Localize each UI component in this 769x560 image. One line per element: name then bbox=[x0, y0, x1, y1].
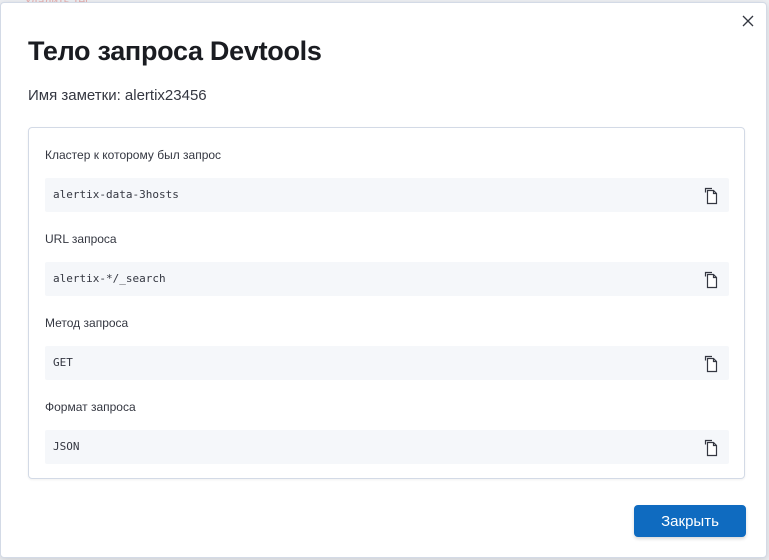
request-details-panel: Кластер к которому был запрос alertix-da… bbox=[28, 127, 745, 479]
copy-icon[interactable] bbox=[703, 271, 719, 289]
format-label: Формат запроса bbox=[45, 400, 136, 414]
devtools-request-modal: Тело запроса Devtools Имя заметки: alert… bbox=[0, 2, 767, 558]
cluster-code-block: alertix-data-3hosts bbox=[45, 178, 729, 212]
format-code-block: JSON bbox=[45, 430, 729, 464]
copy-icon[interactable] bbox=[703, 439, 719, 457]
url-value: alertix-*/_search bbox=[53, 272, 166, 285]
close-button[interactable]: Закрыть bbox=[634, 505, 746, 537]
method-value: GET bbox=[53, 356, 73, 369]
note-name: Имя заметки: alertix23456 bbox=[28, 87, 207, 104]
url-code-block: alertix-*/_search bbox=[45, 262, 729, 296]
modal-title: Тело запроса Devtools bbox=[28, 36, 322, 66]
url-label: URL запроса bbox=[45, 232, 117, 246]
method-label: Метод запроса bbox=[45, 316, 129, 330]
format-value: JSON bbox=[53, 440, 80, 453]
copy-icon[interactable] bbox=[703, 355, 719, 373]
cluster-value: alertix-data-3hosts bbox=[53, 188, 179, 201]
close-icon[interactable] bbox=[740, 13, 756, 29]
cluster-label: Кластер к которому был запрос bbox=[45, 148, 222, 162]
method-code-block: GET bbox=[45, 346, 729, 380]
copy-icon[interactable] bbox=[703, 187, 719, 205]
